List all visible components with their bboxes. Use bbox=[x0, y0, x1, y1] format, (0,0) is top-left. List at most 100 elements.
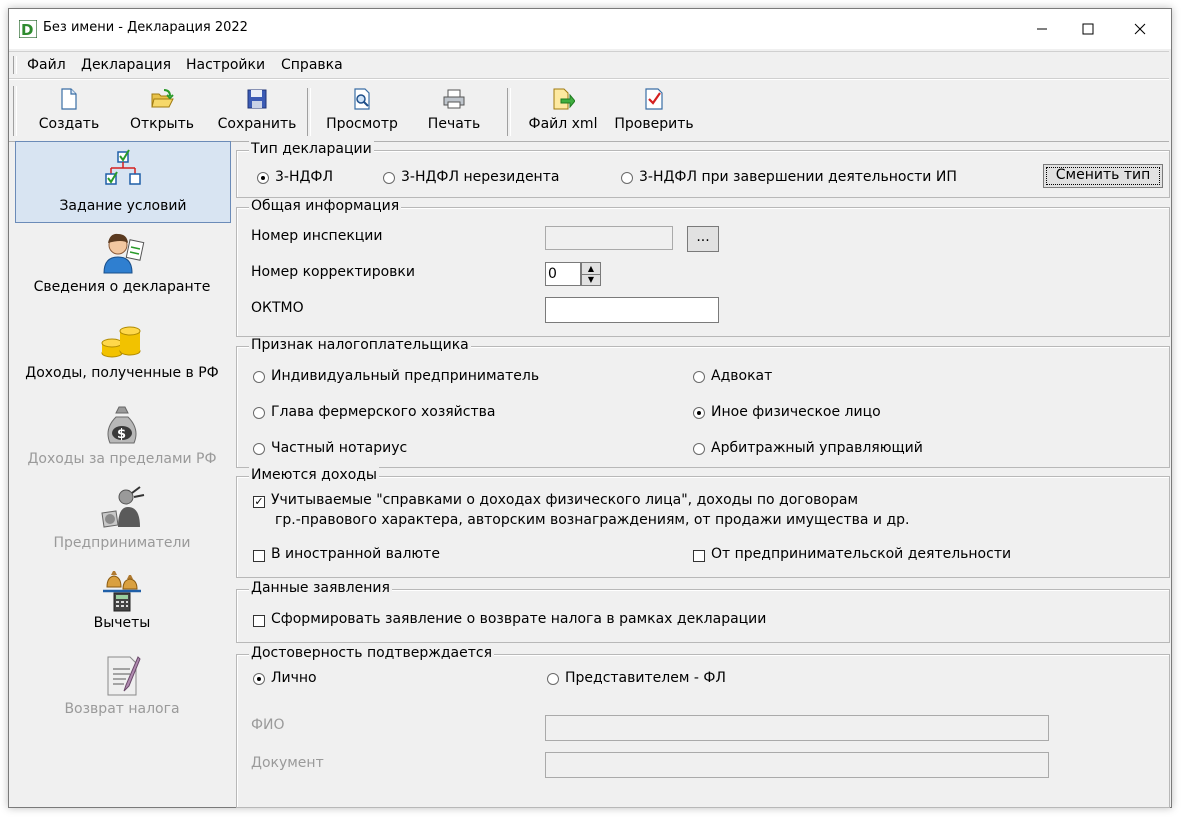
sidebar-item-income-rf[interactable]: Доходы, полученные в РФ bbox=[15, 321, 229, 397]
sidebar-item-conditions[interactable]: Задание условий bbox=[15, 141, 231, 223]
business-income-checkbox[interactable] bbox=[693, 550, 705, 562]
menu-file[interactable]: Файл bbox=[27, 57, 66, 73]
sidebar-item-deductions[interactable]: Вычеты bbox=[15, 569, 229, 645]
certified-income-label-line1[interactable]: Учитываемые "справками о доходах физичес… bbox=[271, 492, 858, 508]
change-type-button[interactable]: Сменить тип bbox=[1043, 164, 1163, 188]
correction-field[interactable]: 0 bbox=[545, 262, 581, 286]
foreign-currency-label[interactable]: В иностранной валюте bbox=[271, 546, 440, 562]
radio-representative[interactable] bbox=[547, 673, 559, 685]
svg-text:$: $ bbox=[117, 427, 126, 442]
tree-icon bbox=[105, 149, 141, 185]
close-button[interactable] bbox=[1117, 9, 1163, 49]
refund-application-checkbox[interactable] bbox=[253, 615, 265, 627]
income-group: Имеются доходы ✓ Учитываемые "справками … bbox=[236, 467, 1170, 578]
verify-button[interactable]: Проверить bbox=[611, 86, 697, 138]
radio-individual-entrepreneur-label[interactable]: Индивидуальный предприниматель bbox=[271, 368, 539, 384]
document-label: Документ bbox=[251, 755, 324, 771]
fio-label: ФИО bbox=[251, 717, 285, 733]
toolbar-grip bbox=[13, 86, 17, 136]
minimize-button[interactable] bbox=[1019, 9, 1065, 49]
inspection-field[interactable] bbox=[545, 226, 673, 250]
spin-down-button[interactable]: ▼ bbox=[581, 274, 601, 286]
xml-file-button[interactable]: Файл xml bbox=[525, 86, 601, 138]
document-icon bbox=[107, 656, 141, 696]
deductions-icon bbox=[103, 571, 141, 612]
entrepreneur-icon bbox=[101, 486, 145, 528]
radio-3ndfl-ip-closure-label[interactable]: 3-НДФЛ при завершении деятельности ИП bbox=[639, 169, 957, 185]
folder-open-icon bbox=[151, 89, 174, 108]
menu-declaration[interactable]: Декларация bbox=[81, 57, 171, 73]
radio-personally[interactable] bbox=[253, 673, 265, 685]
sidebar-item-entrepreneurs[interactable]: Предприниматели bbox=[15, 485, 229, 565]
app-window: D Без имени - Декларация 2022 Файл Декла… bbox=[8, 8, 1172, 808]
menu-bar: Файл Декларация Настройки Справка bbox=[9, 51, 1169, 79]
declaration-type-group: Тип декларации 3-НДФЛ 3-НДФЛ нерезидента… bbox=[236, 141, 1170, 198]
radio-arbitration-manager[interactable] bbox=[693, 443, 705, 455]
radio-arbitration-manager-label[interactable]: Арбитражный управляющий bbox=[711, 440, 923, 456]
print-button[interactable]: Печать bbox=[421, 86, 487, 138]
oktmo-field[interactable] bbox=[545, 297, 719, 323]
new-file-icon bbox=[61, 88, 77, 110]
sidebar-item-income-abroad[interactable]: $ Доходы за пределами РФ bbox=[15, 403, 229, 479]
radio-farm-head[interactable] bbox=[253, 407, 265, 419]
floppy-disk-icon bbox=[247, 89, 267, 109]
radio-3ndfl-nonresident[interactable] bbox=[383, 172, 395, 184]
inspection-browse-button[interactable]: ... bbox=[687, 226, 719, 252]
sidebar-item-declarant[interactable]: Сведения о декларанте bbox=[15, 231, 229, 307]
radio-other-individual[interactable] bbox=[693, 407, 705, 419]
inspection-label: Номер инспекции bbox=[251, 228, 383, 244]
preview-icon bbox=[354, 88, 370, 110]
toolbar-separator bbox=[307, 88, 311, 136]
save-button[interactable]: Сохранить bbox=[215, 86, 299, 138]
sidebar-item-tax-refund[interactable]: Возврат налога bbox=[15, 653, 229, 729]
business-income-label[interactable]: От предпринимательской деятельности bbox=[711, 546, 1011, 562]
radio-lawyer[interactable] bbox=[693, 371, 705, 383]
menu-settings[interactable]: Настройки bbox=[186, 57, 265, 73]
radio-3ndfl-label[interactable]: 3-НДФЛ bbox=[275, 169, 333, 185]
radio-representative-label[interactable]: Представителем - ФЛ bbox=[565, 670, 726, 686]
refund-application-label[interactable]: Сформировать заявление о возврате налога… bbox=[271, 611, 766, 627]
radio-individual-entrepreneur[interactable] bbox=[253, 371, 265, 383]
toolbar: Создать Открыть Сохранить Просмотр Печат… bbox=[9, 79, 1169, 142]
printer-icon bbox=[443, 89, 465, 109]
radio-3ndfl-nonresident-label[interactable]: 3-НДФЛ нерезидента bbox=[401, 169, 559, 185]
svg-text:D: D bbox=[21, 21, 33, 38]
reliability-group: Достоверность подтверждается Лично Предс… bbox=[236, 645, 1170, 808]
radio-3ndfl-ip-closure[interactable] bbox=[621, 172, 633, 184]
radio-lawyer-label[interactable]: Адвокат bbox=[711, 368, 772, 384]
radio-notary-label[interactable]: Частный нотариус bbox=[271, 440, 407, 456]
create-button[interactable]: Создать bbox=[33, 86, 105, 138]
open-button[interactable]: Открыть bbox=[125, 86, 199, 138]
title-bar: D Без имени - Декларация 2022 bbox=[9, 9, 1171, 49]
person-icon bbox=[103, 233, 145, 274]
general-info-group: Общая информация Номер инспекции ... Ном… bbox=[236, 198, 1170, 337]
oktmo-label: ОКТМО bbox=[251, 300, 304, 316]
sidebar: Задание условий Сведения о декларанте До… bbox=[9, 141, 235, 807]
foreign-currency-checkbox[interactable] bbox=[253, 550, 265, 562]
application-group: Данные заявления Сформировать заявление … bbox=[236, 580, 1170, 643]
group-legend: Имеются доходы bbox=[249, 467, 379, 483]
menu-help[interactable]: Справка bbox=[281, 57, 343, 73]
fio-field[interactable] bbox=[545, 715, 1049, 741]
xml-export-icon bbox=[553, 88, 575, 110]
group-legend: Признак налогоплательщика bbox=[249, 337, 471, 353]
group-legend: Достоверность подтверждается bbox=[249, 645, 495, 661]
certified-income-label-line2[interactable]: гр.-правового характера, авторским возна… bbox=[275, 512, 909, 528]
radio-personally-label[interactable]: Лично bbox=[271, 670, 317, 686]
menu-grip bbox=[13, 56, 17, 74]
taxpayer-group: Признак налогоплательщика Индивидуальный… bbox=[236, 337, 1170, 468]
app-logo-icon: D bbox=[19, 20, 37, 38]
radio-farm-head-label[interactable]: Глава фермерского хозяйства bbox=[271, 404, 495, 420]
preview-button[interactable]: Просмотр bbox=[321, 86, 403, 138]
group-legend: Тип декларации bbox=[249, 141, 374, 157]
coins-icon bbox=[101, 326, 141, 358]
radio-3ndfl[interactable] bbox=[257, 172, 269, 184]
document-field[interactable] bbox=[545, 752, 1049, 778]
certified-income-checkbox[interactable]: ✓ bbox=[253, 496, 265, 508]
group-legend: Данные заявления bbox=[249, 580, 392, 596]
maximize-button[interactable] bbox=[1065, 9, 1111, 49]
window-title: Без имени - Декларация 2022 bbox=[43, 20, 248, 35]
radio-notary[interactable] bbox=[253, 443, 265, 455]
toolbar-separator bbox=[507, 88, 511, 136]
radio-other-individual-label[interactable]: Иное физическое лицо bbox=[711, 404, 881, 420]
